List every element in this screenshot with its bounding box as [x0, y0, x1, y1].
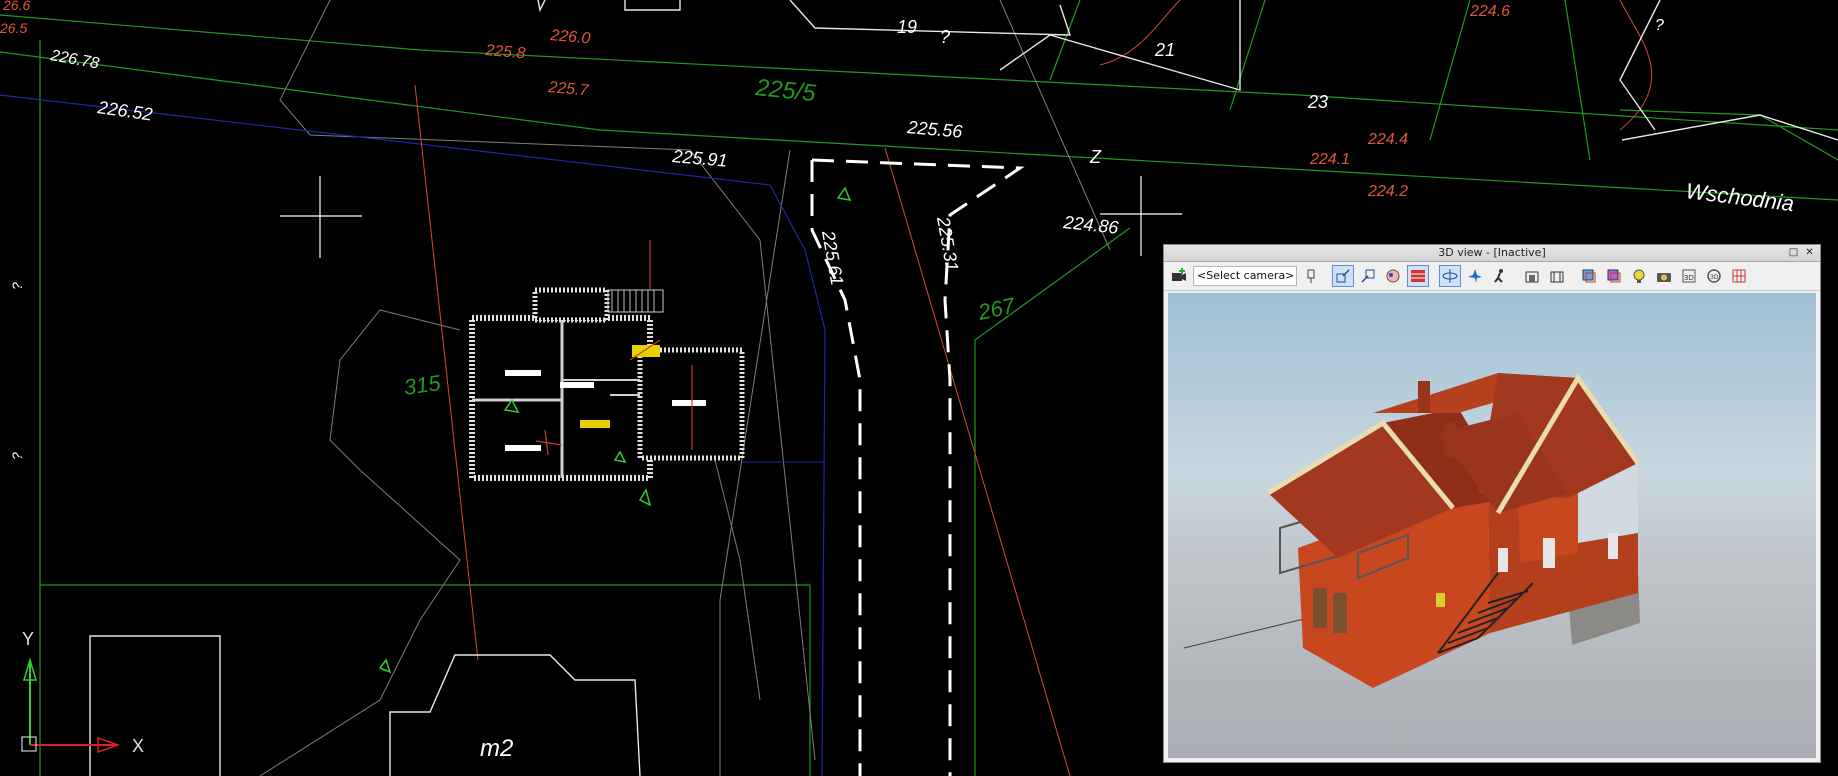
section2-icon[interactable] [1546, 265, 1568, 287]
unknown-mark: ? [940, 27, 950, 47]
elev-label: 226.0 [549, 27, 591, 48]
street-name-label: Wschodnia [1684, 178, 1795, 216]
elev-label: 226.52 [95, 97, 153, 125]
elev-label: 224.6 [1469, 3, 1510, 20]
layers-icon[interactable] [1578, 265, 1600, 287]
camera-capture-icon[interactable] [1653, 265, 1675, 287]
parcel-label: 225/5 [753, 74, 817, 107]
svg-text:3D: 3D [1710, 274, 1719, 281]
elev-label: 225.91 [671, 146, 729, 171]
orbit-icon[interactable] [1439, 265, 1461, 287]
panel-title: 3D view - [Inactive] [1438, 246, 1546, 259]
room-label: m2 [480, 735, 513, 762]
parcel-number: 19 [897, 17, 917, 37]
parcel-number: 23 [1307, 92, 1328, 112]
elev-label: 26.5 [0, 20, 27, 36]
zoom-extents-icon[interactable] [1332, 265, 1354, 287]
ucs-icon [21, 657, 121, 754]
restore-window-button[interactable]: □ [1787, 246, 1800, 259]
zoom-window-icon[interactable] [1357, 265, 1379, 287]
layers2-icon[interactable] [1603, 265, 1625, 287]
crosshairs [280, 176, 1182, 258]
grid-icon[interactable] [1728, 265, 1750, 287]
add-camera-icon[interactable] [1168, 265, 1190, 287]
elev-label: 225.31 [933, 214, 962, 273]
elev-label: 225.61 [818, 228, 847, 287]
3d-view-toolbar: <Select camera> 3D 3D [1164, 262, 1820, 291]
section-icon[interactable] [1521, 265, 1543, 287]
house-3d-model [1183, 373, 1641, 688]
elev-label: 225.7 [547, 79, 590, 100]
light-icon[interactable] [1628, 265, 1650, 287]
unknown-mark: ? [1655, 17, 1664, 34]
render-mode-icon[interactable] [1382, 265, 1404, 287]
3d-viewport[interactable] [1168, 293, 1816, 758]
unknown-mark: ? [9, 452, 25, 460]
elev-label: 224.86 [1062, 212, 1121, 238]
parcel-number: 315 [402, 370, 443, 400]
parcel-number: 267 [975, 293, 1018, 325]
panel-title-bar[interactable]: 3D view - [Inactive] □ ✕ [1164, 245, 1820, 262]
walk-icon[interactable] [1489, 265, 1511, 287]
elev-label: 224.2 [1367, 183, 1408, 200]
point-label: Z [1089, 147, 1102, 167]
close-panel-button[interactable]: ✕ [1803, 246, 1816, 259]
ucs-axis-x-label: X [132, 736, 144, 756]
fly-icon[interactable] [1464, 265, 1486, 287]
texture-icon[interactable] [1407, 265, 1429, 287]
elev-label: 225.8 [484, 42, 526, 63]
elev-label: 226.78 [48, 47, 100, 72]
elev-label: 224.4 [1367, 131, 1408, 148]
parcel-number: 21 [1154, 40, 1175, 60]
elev-label: 225.56 [906, 117, 965, 142]
elev-label: 224.1 [1309, 151, 1350, 168]
camera-select[interactable]: <Select camera> [1193, 266, 1297, 286]
pin-icon[interactable] [1300, 265, 1322, 287]
3d-pdf-icon[interactable]: 3D [1678, 265, 1700, 287]
floor-plan[interactable] [378, 186, 852, 674]
rotate-icon[interactable]: 3D [1703, 265, 1725, 287]
ucs-axis-y-label: Y [22, 629, 34, 649]
3d-view-panel[interactable]: 3D view - [Inactive] □ ✕ <Select camera> [1163, 244, 1821, 763]
unknown-mark: ? [9, 282, 25, 290]
elev-label: 26.6 [2, 0, 30, 13]
svg-text:3D: 3D [1684, 274, 1694, 282]
